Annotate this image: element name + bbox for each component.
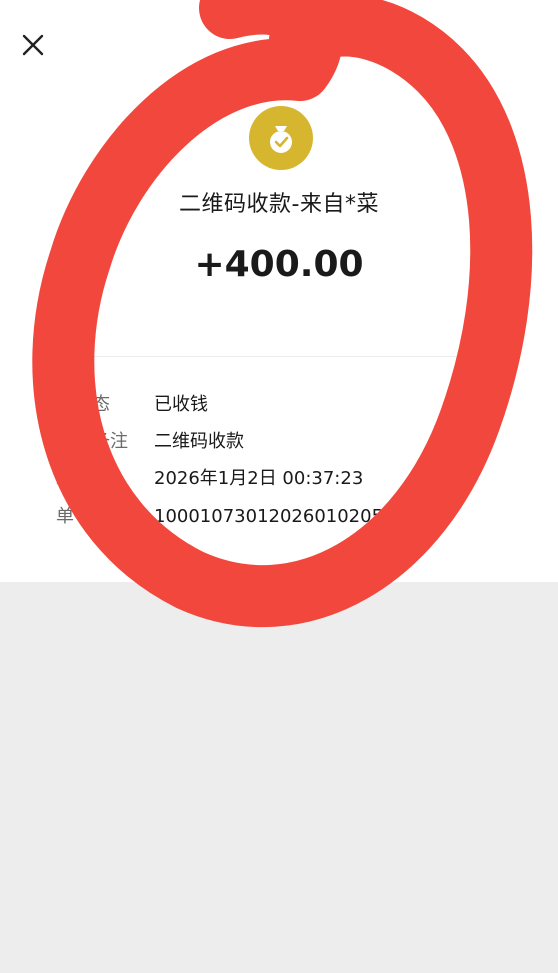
detail-row-time: 款时间 2026年1月2日 00:37:23	[0, 464, 558, 494]
detail-row-status: 前状态 已收钱	[0, 390, 558, 420]
close-button[interactable]	[18, 30, 48, 60]
close-icon[interactable]	[18, 30, 48, 60]
detail-value: 二维码收款	[154, 431, 244, 452]
detail-value: 100010730120260102054148	[154, 506, 429, 527]
transaction-detail-card: 二维码收款-来自*菜 +400.00 前状态 已收钱 款方备注 二维码收款 款时…	[0, 0, 558, 582]
detail-row-order-number: 单号 100010730120260102054148	[0, 502, 558, 532]
detail-label: 前状态	[56, 394, 110, 415]
transaction-amount: +400.00	[194, 244, 364, 285]
divider	[56, 356, 502, 357]
detail-label: 款方备注	[56, 431, 128, 452]
money-bag-check-icon	[249, 106, 313, 170]
detail-label: 单号	[56, 506, 92, 527]
detail-value: 已收钱	[154, 394, 208, 415]
detail-value: 2026年1月2日 00:37:23	[154, 468, 364, 489]
detail-row-remark: 款方备注 二维码收款	[0, 427, 558, 457]
detail-label: 款时间	[56, 468, 110, 489]
transaction-title: 二维码收款-来自*菜	[179, 192, 379, 217]
